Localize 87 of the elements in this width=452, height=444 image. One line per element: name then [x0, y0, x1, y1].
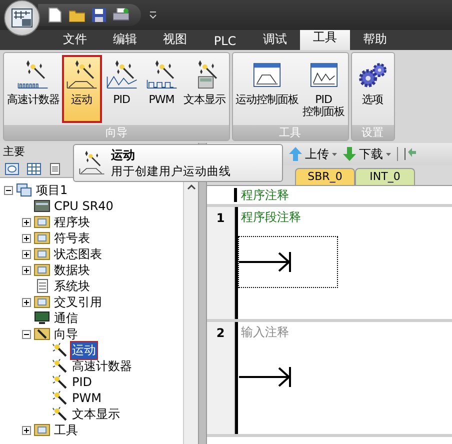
- tree-item[interactable]: 交叉引用: [53, 294, 103, 310]
- ribbon-button[interactable]: 选项: [352, 55, 392, 123]
- network-comment[interactable]: 输入注释: [238, 324, 452, 341]
- dropdown-icon[interactable]: [149, 11, 157, 19]
- view-icon[interactable]: [5, 163, 19, 175]
- wand-icon: [52, 375, 68, 389]
- wand-icon: [52, 359, 68, 373]
- folder-icon: [34, 215, 50, 229]
- tree-item[interactable]: 高速计数器: [71, 358, 133, 374]
- insert-icon[interactable]: [404, 147, 416, 161]
- collapse-icon[interactable]: [22, 330, 31, 338]
- group-title: 向导: [4, 125, 228, 140]
- tree-item[interactable]: 文本显示: [71, 406, 121, 422]
- network-comment[interactable]: 程序段注释: [238, 209, 452, 226]
- tree-item[interactable]: 系统块: [53, 278, 91, 294]
- ribbon-button[interactable]: 高速计数器: [5, 55, 62, 123]
- project-icon: [16, 183, 32, 197]
- ribbon-button[interactable]: 运动: [62, 55, 102, 123]
- folder-icon: [34, 247, 50, 261]
- editor-tab[interactable]: SBR_0: [295, 168, 355, 185]
- folder-icon: [34, 295, 50, 309]
- expand-icon[interactable]: [22, 218, 31, 226]
- caret-icon: [332, 152, 337, 156]
- cpu-icon: [34, 199, 50, 213]
- arrow-up-icon: [289, 147, 302, 161]
- tree-item[interactable]: 工具: [53, 422, 79, 438]
- tree-item[interactable]: 通信: [53, 310, 79, 326]
- ladder-icon: [11, 8, 33, 28]
- menu-tab[interactable]: 调试: [250, 29, 300, 50]
- network-number: 1: [207, 207, 235, 319]
- menu-tab[interactable]: PLC: [200, 32, 250, 50]
- group-title: 工具: [232, 125, 348, 140]
- tree-item[interactable]: PID: [71, 375, 94, 389]
- menu-tab[interactable]: 编辑: [100, 29, 150, 50]
- document-icon[interactable]: [49, 163, 61, 175]
- grid-icon[interactable]: [27, 163, 41, 175]
- network-number: 2: [207, 322, 235, 434]
- arrow-down-icon: [343, 147, 356, 161]
- new-file-icon[interactable]: [48, 7, 62, 23]
- tree-item[interactable]: 运动: [71, 342, 97, 358]
- expand-icon[interactable]: [22, 426, 31, 434]
- editor-tab[interactable]: INT_0: [355, 168, 415, 185]
- ribbon-button[interactable]: PWM: [142, 55, 182, 123]
- folder-icon: [34, 423, 50, 437]
- tooltip-description: 用于创建用户运动曲线: [111, 164, 231, 179]
- folder-icon: [34, 263, 50, 277]
- collapse-icon[interactable]: [4, 186, 13, 194]
- menu-tab[interactable]: 帮助: [350, 29, 400, 50]
- rung-end-drawing: [239, 251, 293, 273]
- wand-icon: [52, 407, 68, 421]
- rung-cell[interactable]: [238, 236, 338, 288]
- ribbon-button[interactable]: 运动控制面板: [234, 55, 300, 123]
- expand-icon[interactable]: [22, 266, 31, 274]
- rung-end-drawing: [239, 366, 293, 388]
- wizard-folder-icon: [34, 327, 50, 341]
- wand-icon: [52, 343, 68, 357]
- document-icon: [34, 279, 50, 293]
- toolbar-button[interactable]: 上传: [289, 146, 337, 162]
- ribbon-button[interactable]: PID: [102, 55, 142, 123]
- expand-icon[interactable]: [22, 250, 31, 258]
- ribbon-button[interactable]: 文本显示: [182, 55, 228, 123]
- tree-item[interactable]: 符号表: [53, 230, 91, 246]
- caret-icon: [386, 152, 391, 156]
- ribbon-button[interactable]: PID 控制面板: [300, 55, 346, 123]
- monitor-icon: [34, 311, 50, 325]
- expand-icon[interactable]: [22, 298, 31, 306]
- app-menu-button[interactable]: [4, 0, 40, 36]
- print-icon[interactable]: [113, 8, 129, 22]
- tree-item[interactable]: 数据块: [53, 262, 91, 278]
- tree-item[interactable]: 程序块: [53, 214, 91, 230]
- toolbar-button[interactable]: 下载: [343, 146, 391, 162]
- program-comment[interactable]: 程序注释: [241, 186, 289, 204]
- save-icon[interactable]: [92, 8, 106, 22]
- tree-item[interactable]: CPU SR40: [53, 199, 114, 213]
- expand-icon[interactable]: [22, 234, 31, 242]
- tooltip-title: 运动: [111, 147, 136, 164]
- menu-tab[interactable]: 文件: [50, 29, 100, 50]
- tree-item[interactable]: PWM: [71, 391, 102, 405]
- tree-item[interactable]: 项目1: [35, 182, 69, 198]
- wand-icon: [52, 391, 68, 405]
- folder-icon[interactable]: [69, 8, 85, 22]
- group-title: 设置: [352, 125, 394, 140]
- tree-item[interactable]: 向导: [53, 326, 79, 342]
- scroll-up-icon[interactable]: [186, 184, 196, 190]
- tree-item[interactable]: 状态图表: [53, 246, 103, 262]
- menu-tab[interactable]: 视图: [150, 29, 200, 50]
- folder-icon: [34, 231, 50, 245]
